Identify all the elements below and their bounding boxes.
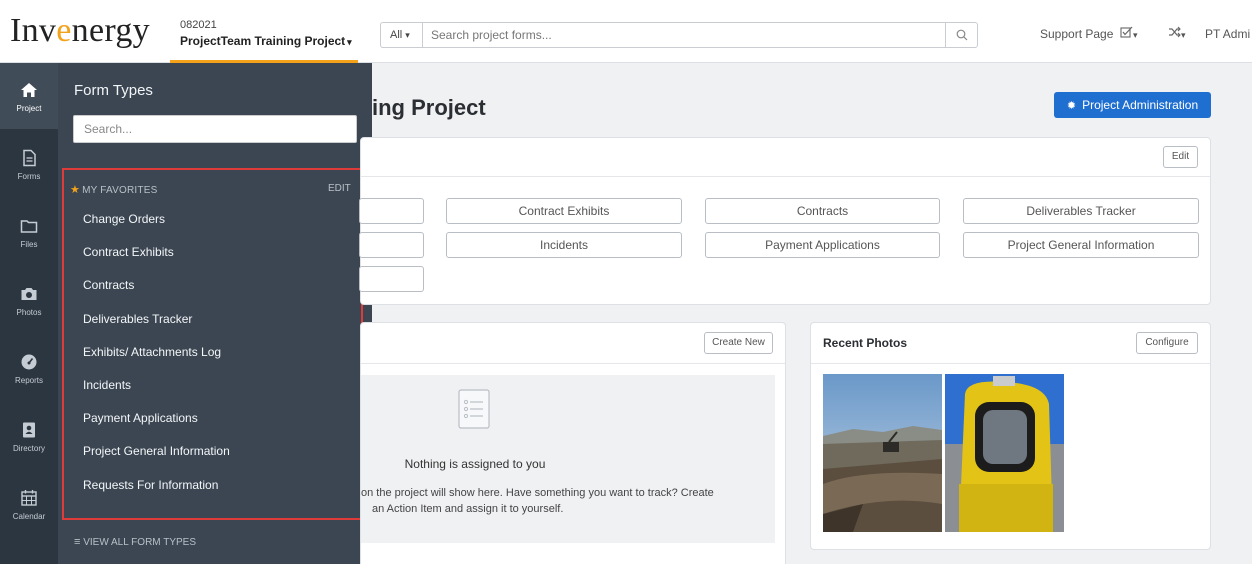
- top-bar: Invenergy 082021 ProjectTeam Training Pr…: [0, 0, 1252, 63]
- contact-icon: [23, 422, 35, 438]
- rail-label: Files: [20, 240, 38, 249]
- photo-thumbnail-construction-site[interactable]: [823, 374, 942, 532]
- document-icon: [23, 149, 36, 167]
- edit-button[interactable]: Edit: [1163, 146, 1198, 168]
- user-menu[interactable]: PT Admi: [1205, 27, 1250, 41]
- search-input[interactable]: [423, 23, 943, 47]
- card-divider: [811, 363, 1210, 364]
- favorite-item-payment-applications[interactable]: Payment Applications: [83, 408, 230, 441]
- home-icon: [21, 83, 37, 97]
- checklist-icon: [458, 389, 490, 429]
- empty-state-title: Nothing is assigned to you: [404, 457, 546, 471]
- rail-item-reports[interactable]: Reports: [0, 335, 58, 401]
- project-selector[interactable]: ProjectTeam Training Project ▾: [180, 34, 352, 48]
- form-button-exhibits-log[interactable]: [359, 232, 424, 258]
- form-button-contract-exhibits[interactable]: Contract Exhibits: [446, 198, 682, 224]
- camera-icon: [21, 288, 37, 300]
- search-bar: All ▾: [380, 22, 978, 48]
- search-scope-dropdown[interactable]: All ▾: [381, 23, 423, 47]
- action-items-card: Create New Nothing is assigned to you on…: [360, 322, 786, 564]
- favorite-item-requests-for-information[interactable]: Requests For Information: [83, 475, 230, 508]
- favorites-header: ★ MY FAVORITES: [70, 183, 157, 196]
- photo-thumbnail-equipment[interactable]: [945, 374, 1064, 532]
- rail-label: Project: [16, 104, 42, 113]
- equipment-image: [945, 374, 1064, 532]
- rail-item-files[interactable]: Files: [0, 199, 58, 265]
- view-all-label: VIEW ALL FORM TYPES: [83, 537, 197, 548]
- form-types-search-input[interactable]: [73, 115, 357, 143]
- menu-icon: ≡: [74, 536, 81, 548]
- form-types-flyout: Form Types ★MY FAVORITES EDIT Change Ord…: [58, 63, 372, 564]
- caret-down-icon: ▾: [1133, 30, 1138, 40]
- page-title: ing Project: [372, 95, 486, 120]
- favorite-forms-card: Edit Contract Exhibits Contracts Deliver…: [359, 137, 1211, 305]
- search-icon: [956, 29, 967, 41]
- switch-menu[interactable]: ▾: [1168, 26, 1186, 41]
- flyout-title: Form Types: [74, 82, 153, 99]
- favorite-item-incidents[interactable]: Incidents: [83, 375, 230, 408]
- rail-item-project[interactable]: Project: [0, 63, 58, 129]
- recent-photos-title: Recent Photos: [823, 336, 908, 350]
- star-icon: ★: [70, 184, 81, 196]
- favorite-item-deliverables-tracker[interactable]: Deliverables Tracker: [83, 309, 230, 342]
- form-button-incidents[interactable]: Incidents: [446, 232, 682, 258]
- rail-item-forms[interactable]: Forms: [0, 131, 58, 197]
- form-button-contracts[interactable]: Contracts: [705, 198, 940, 224]
- rail-label: Reports: [14, 376, 43, 385]
- card-divider: [361, 176, 1210, 177]
- caret-down-icon: ▾: [1181, 30, 1186, 40]
- favorite-item-project-general-information[interactable]: Project General Information: [83, 441, 230, 474]
- shuffle-icon: [1169, 26, 1181, 38]
- favorite-item-exhibits-attachments-log[interactable]: Exhibits/ Attachments Log: [83, 342, 230, 375]
- recent-photos-card: Recent Photos Configure: [810, 322, 1211, 550]
- form-button-deliverables-tracker[interactable]: Deliverables Tracker: [963, 198, 1199, 224]
- empty-state: Nothing is assigned to you on the projec…: [361, 375, 775, 543]
- search-button[interactable]: [945, 23, 977, 47]
- calendar-icon: [21, 490, 37, 506]
- configure-button[interactable]: Configure: [1136, 332, 1198, 354]
- form-button-payment-applications[interactable]: Payment Applications: [705, 232, 940, 258]
- construction-site-image: [823, 374, 942, 532]
- favorite-item-change-orders[interactable]: Change Orders: [83, 209, 230, 242]
- form-button-requests-for-information[interactable]: [359, 266, 424, 292]
- gear-icon: ✹: [1066, 100, 1077, 112]
- rail-item-photos[interactable]: Photos: [0, 267, 58, 333]
- project-id: 082021: [180, 19, 217, 31]
- favorite-item-contract-exhibits[interactable]: Contract Exhibits: [83, 242, 230, 275]
- dashboard-icon: [21, 354, 37, 370]
- create-new-button[interactable]: Create New: [704, 332, 773, 354]
- left-icon-rail: Project Forms Files Photos Reports Direc…: [0, 63, 58, 564]
- card-divider: [361, 363, 785, 364]
- folder-icon: [20, 220, 38, 233]
- tasks-menu[interactable]: ▾: [1120, 26, 1138, 41]
- project-name: ProjectTeam Training Project: [180, 34, 346, 48]
- support-page-link[interactable]: Support Page: [1040, 27, 1113, 41]
- rail-label: Forms: [17, 172, 41, 181]
- rail-label: Photos: [16, 308, 42, 317]
- empty-desc-line-2: an Action Item and assign it to yourself…: [372, 503, 564, 515]
- favorites-label: MY FAVORITES: [82, 185, 158, 196]
- empty-desc-line-1: on the project will show here. Have some…: [361, 487, 714, 499]
- checkbox-icon: [1120, 26, 1133, 38]
- favorite-item-contracts[interactable]: Contracts: [83, 275, 230, 308]
- rail-label: Calendar: [12, 512, 46, 521]
- form-button-change-orders[interactable]: [359, 198, 424, 224]
- favorites-edit-link[interactable]: EDIT: [328, 183, 351, 194]
- caret-down-icon: ▾: [347, 37, 352, 47]
- admin-button-label: Project Administration: [1082, 98, 1199, 112]
- rail-label: Directory: [12, 444, 45, 453]
- project-administration-button[interactable]: ✹ Project Administration: [1054, 92, 1211, 118]
- caret-down-icon: ▾: [405, 30, 410, 40]
- invenergy-logo[interactable]: Invenergy: [10, 12, 150, 50]
- favorites-list: Change Orders Contract Exhibits Contract…: [83, 209, 230, 508]
- form-button-project-general-information[interactable]: Project General Information: [963, 232, 1199, 258]
- rail-item-directory[interactable]: Directory: [0, 403, 58, 469]
- view-all-form-types-link[interactable]: ≡ VIEW ALL FORM TYPES: [74, 536, 196, 548]
- rail-item-calendar[interactable]: Calendar: [0, 471, 58, 537]
- search-scope-label: All: [390, 29, 403, 41]
